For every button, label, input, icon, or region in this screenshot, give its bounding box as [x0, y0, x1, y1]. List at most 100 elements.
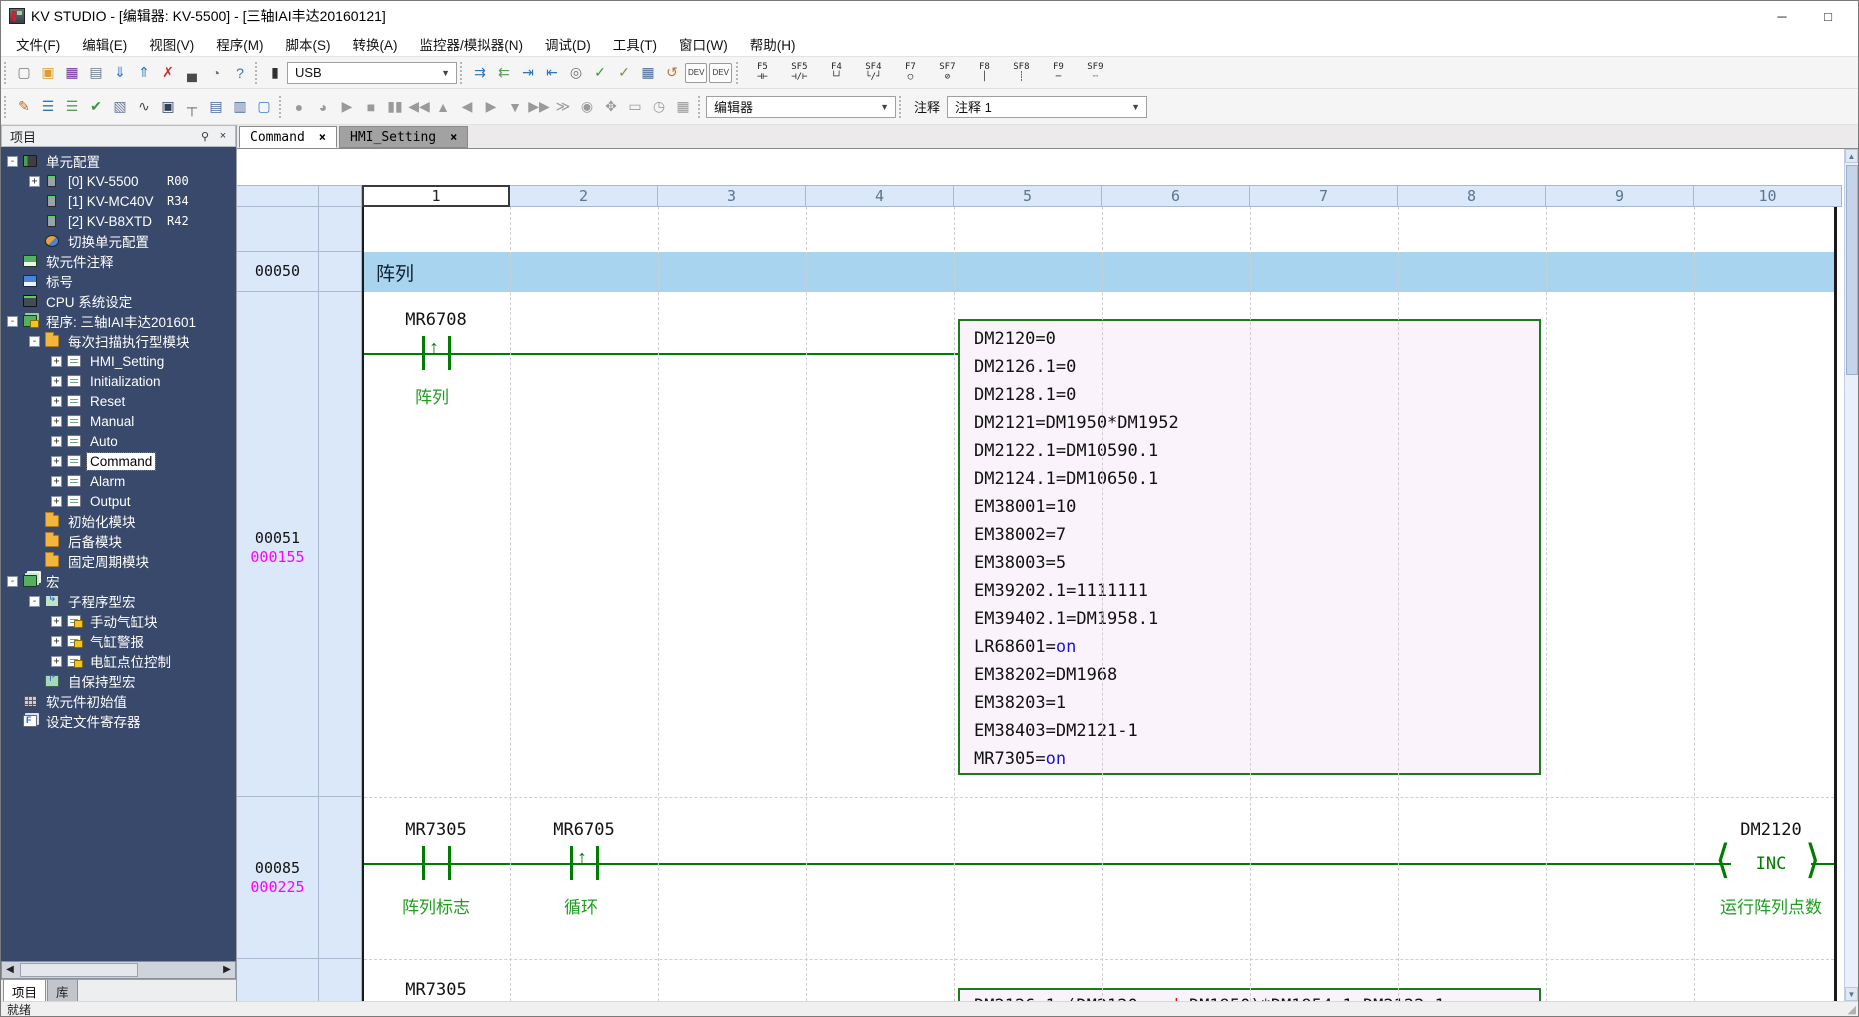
- continue-icon[interactable]: ≫: [551, 95, 575, 119]
- column-header-4[interactable]: 4: [806, 185, 954, 207]
- menu-item-8[interactable]: 调试(D): [534, 31, 602, 57]
- simulator-window-icon[interactable]: ▢: [252, 95, 276, 119]
- tab-command[interactable]: Command×: [239, 126, 337, 148]
- time-chart-icon[interactable]: ▦: [671, 95, 695, 119]
- comment-set-select[interactable]: 注释 1▼: [947, 96, 1147, 118]
- project-tree-hscrollbar[interactable]: ◀ ▶: [1, 961, 236, 979]
- plc-search-icon[interactable]: ◎: [564, 61, 588, 85]
- expand-icon[interactable]: +: [51, 436, 62, 447]
- editor-vscrollbar[interactable]: ▲ ▼: [1844, 149, 1858, 1001]
- menu-item-2[interactable]: 编辑(E): [71, 31, 138, 57]
- margin-header-wide[interactable]: [237, 185, 319, 207]
- expand-icon[interactable]: +: [51, 376, 62, 387]
- collapse-icon[interactable]: -: [29, 596, 40, 607]
- collapse-icon[interactable]: -: [7, 156, 18, 167]
- tree-item-hmi_setting[interactable]: +HMI_Setting: [1, 351, 236, 371]
- column-header-1[interactable]: 1: [362, 185, 510, 207]
- rising-edge-icon[interactable]: ↑: [577, 847, 587, 870]
- tree-item--1-kv-mc40v[interactable]: [1] KV-MC40VR34: [1, 191, 236, 211]
- tree-item-command[interactable]: +Command: [1, 451, 236, 471]
- plc-to-pc-transfer-icon[interactable]: ⇇: [492, 61, 516, 85]
- row-00050-margin[interactable]: 00050: [237, 252, 319, 292]
- fkey-sf5-button[interactable]: SF5⊣/⊢: [781, 59, 818, 87]
- pin-icon[interactable]: ⚲: [197, 130, 213, 143]
- timing-chart-icon[interactable]: ∿: [132, 95, 156, 119]
- pencil-edit-icon[interactable]: ✎: [12, 95, 36, 119]
- inc-coil[interactable]: INC: [1731, 854, 1811, 874]
- row-partial-margin2[interactable]: [319, 959, 362, 1001]
- row-00051-margin[interactable]: 00051000155: [237, 292, 319, 797]
- menu-item-6[interactable]: 转换(A): [342, 31, 409, 57]
- row-00050-margin2[interactable]: [319, 252, 362, 292]
- device-select[interactable]: USB▼: [287, 62, 457, 84]
- script-edit-icon[interactable]: ✔: [84, 95, 108, 119]
- menu-item-9[interactable]: 工具(T): [602, 31, 668, 57]
- batch-monitor-button[interactable]: DEV: [709, 63, 731, 83]
- tree-item--[interactable]: 初始化模块: [1, 511, 236, 531]
- tree-item--[interactable]: 固定周期模块: [1, 551, 236, 571]
- collapse-icon[interactable]: -: [7, 316, 18, 327]
- hscroll-thumb[interactable]: [20, 963, 138, 977]
- tree-item--[interactable]: 后备模块: [1, 531, 236, 551]
- tree-item-alarm[interactable]: +Alarm: [1, 471, 236, 491]
- menu-item-5[interactable]: 脚本(S): [275, 31, 342, 57]
- scroll-right-icon[interactable]: ▶: [219, 962, 235, 978]
- trend-chart-icon[interactable]: ▧: [108, 95, 132, 119]
- new-project-icon[interactable]: ▢: [12, 61, 36, 85]
- rung-comment-band[interactable]: 阵列: [364, 252, 1834, 292]
- margin-header-narrow[interactable]: [319, 185, 362, 207]
- collapse-icon[interactable]: -: [29, 336, 40, 347]
- rung3-contact-device[interactable]: MR7305: [366, 980, 506, 1000]
- fkey-f8-button[interactable]: F8│: [966, 59, 1003, 87]
- ladder-monitor2-icon[interactable]: ▥: [228, 95, 252, 119]
- fkey-f5-button[interactable]: F5⊣⊢: [744, 59, 781, 87]
- rung2-contact2-device[interactable]: MR6705: [514, 820, 654, 840]
- tree-item--[interactable]: 切换单元配置: [1, 231, 236, 251]
- menu-item-3[interactable]: 视图(V): [138, 31, 205, 57]
- expand-icon[interactable]: +: [51, 356, 62, 367]
- tree-item--[interactable]: -每次扫描执行型模块: [1, 331, 236, 351]
- column-header-2[interactable]: 2: [510, 185, 658, 207]
- maximize-button[interactable]: □: [1818, 9, 1838, 24]
- tree-item--[interactable]: -子程序型宏: [1, 591, 236, 611]
- expand-icon[interactable]: +: [51, 656, 62, 667]
- export-project-icon[interactable]: ⇑: [132, 61, 156, 85]
- hand-pause-icon[interactable]: ✥: [599, 95, 623, 119]
- fkey-f9-button[interactable]: F9─: [1040, 59, 1077, 87]
- mnemonic-list-icon[interactable]: ▣: [156, 95, 180, 119]
- plc-write-icon[interactable]: ⇥: [516, 61, 540, 85]
- play-icon[interactable]: ▶: [335, 95, 359, 119]
- menu-item-10[interactable]: 窗口(W): [668, 31, 739, 57]
- expand-icon[interactable]: +: [51, 416, 62, 427]
- tree-item-output[interactable]: +Output: [1, 491, 236, 511]
- tree-item--[interactable]: 软元件注释: [1, 251, 236, 271]
- fkey-sf9-button[interactable]: SF9┈: [1077, 59, 1114, 87]
- vscroll-thumb[interactable]: [1846, 165, 1858, 375]
- help-icon[interactable]: ?: [228, 61, 252, 85]
- pause-icon[interactable]: ▮▮: [383, 95, 407, 119]
- ladder-canvas[interactable]: 阵列 ↑ MR6708 阵列 DM2120=0DM2126.1=0DM2128.…: [237, 149, 1844, 1001]
- record-pause-icon[interactable]: ◕: [311, 95, 335, 119]
- unit-transfer-icon[interactable]: ↺: [660, 61, 684, 85]
- tree-item--[interactable]: 设定文件寄存器: [1, 711, 236, 731]
- expand-icon[interactable]: +: [51, 496, 62, 507]
- minimize-button[interactable]: ─: [1772, 9, 1792, 24]
- fkey-sf7-button[interactable]: SF7⊘: [929, 59, 966, 87]
- scroll-down-icon[interactable]: ▼: [1845, 987, 1858, 1001]
- fkey-f7-button[interactable]: F7◯: [892, 59, 929, 87]
- scroll-left-icon[interactable]: ◀: [2, 962, 18, 978]
- column-header-5[interactable]: 5: [954, 185, 1102, 207]
- row-00085-margin2[interactable]: [319, 797, 362, 959]
- expand-icon[interactable]: +: [51, 396, 62, 407]
- menu-item-11[interactable]: 帮助(H): [739, 31, 807, 57]
- tree-item-auto[interactable]: +Auto: [1, 431, 236, 451]
- rising-edge-icon[interactable]: ↑: [429, 337, 439, 360]
- tree-item--[interactable]: +手动气缸块: [1, 611, 236, 631]
- plc-read-icon[interactable]: ⇤: [540, 61, 564, 85]
- tree-item-initialization[interactable]: +Initialization: [1, 371, 236, 391]
- column-header-9[interactable]: 9: [1546, 185, 1694, 207]
- tree-item--[interactable]: +气缸警报: [1, 631, 236, 651]
- row-00051-margin2[interactable]: [319, 292, 362, 797]
- close-icon[interactable]: ×: [450, 130, 457, 144]
- print-preview-icon[interactable]: ◔: [204, 61, 228, 85]
